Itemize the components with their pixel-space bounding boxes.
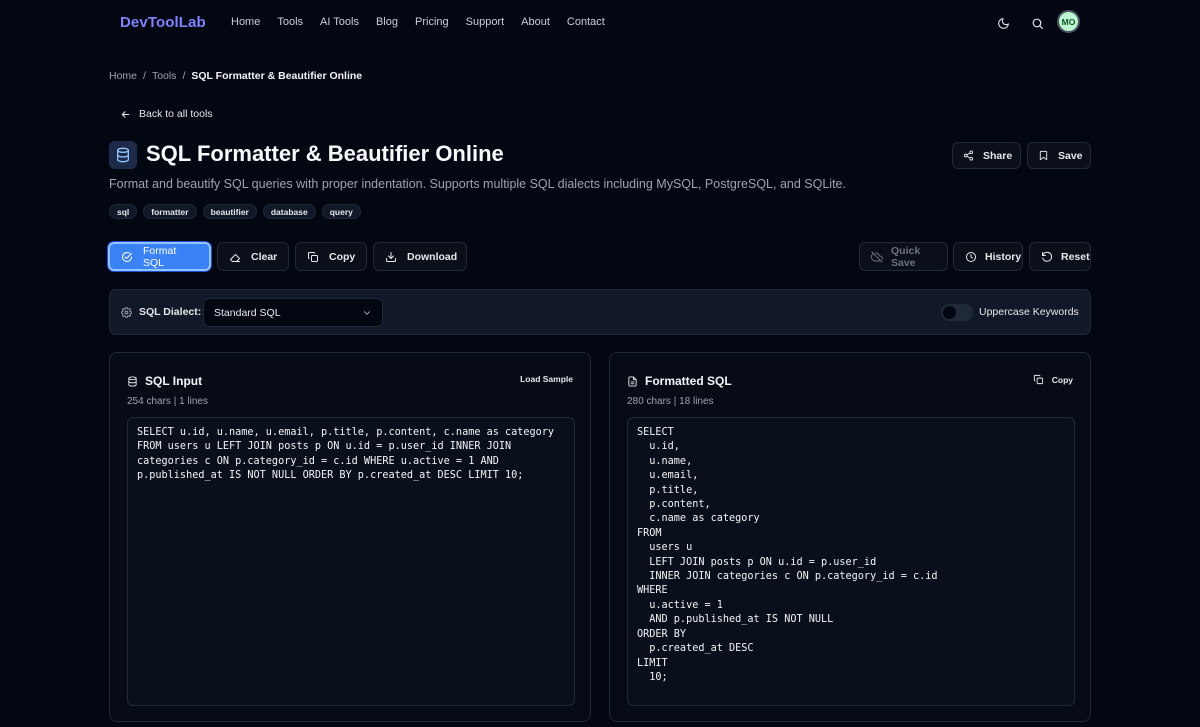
format-sql-label: Format SQL <box>143 244 177 269</box>
formatted-sql-stats: 280 chars | 18 lines <box>627 396 714 407</box>
formatted-sql-title-group: Formatted SQL <box>627 374 732 388</box>
uppercase-keywords-toggle[interactable] <box>941 304 973 321</box>
save-button[interactable]: Save <box>1027 142 1091 169</box>
database-icon <box>109 141 137 169</box>
load-sample-label: Load Sample <box>520 374 573 384</box>
page-title: SQL Formatter & Beautifier Online <box>146 141 504 166</box>
formatted-sql-panel: Formatted SQL 280 chars | 18 lines Copy … <box>609 352 1091 722</box>
copy-label: Copy <box>329 250 356 263</box>
download-button[interactable]: Download <box>373 242 467 271</box>
breadcrumb-current: SQL Formatter & Beautifier Online <box>191 70 363 82</box>
nav-link-pricing[interactable]: Pricing <box>415 16 449 28</box>
page-description: Format and beautify SQL queries with pro… <box>109 177 846 191</box>
dialect-label: SQL Dialect: <box>139 306 202 318</box>
user-avatar[interactable]: MO <box>1057 10 1080 33</box>
tag-formatter[interactable]: formatter <box>143 204 197 219</box>
copy-icon <box>307 251 319 263</box>
options-bar: SQL Dialect: Standard SQL Uppercase Keyw… <box>109 289 1091 335</box>
copy-output-label: Copy <box>1051 374 1073 385</box>
history-button[interactable]: History <box>953 242 1023 271</box>
sql-input-textarea[interactable]: SELECT u.id, u.name, u.email, p.title, p… <box>127 417 575 706</box>
search-icon[interactable] <box>1028 14 1046 32</box>
bookmark-icon <box>1038 150 1049 161</box>
tag-beautifier[interactable]: beautifier <box>202 204 257 219</box>
dialect-select[interactable]: Standard SQL <box>203 298 383 327</box>
gear-icon <box>121 306 132 318</box>
quick-save-button[interactable]: Quick Save <box>859 242 948 271</box>
nav-link-tools[interactable]: Tools <box>277 16 303 28</box>
sql-input-panel: SQL Input 254 chars | 1 lines Load Sampl… <box>109 352 591 722</box>
clear-label: Clear <box>251 250 278 263</box>
breadcrumb-tools[interactable]: Tools <box>152 70 177 82</box>
share-label: Share <box>983 149 1013 162</box>
back-link-label: Back to all tools <box>139 108 213 120</box>
sql-input-title-group: SQL Input <box>127 374 202 388</box>
nav-link-support[interactable]: Support <box>466 16 505 28</box>
load-sample-button[interactable]: Load Sample <box>520 374 573 384</box>
dialect-label-group: SQL Dialect: <box>121 306 201 318</box>
copy-icon <box>1033 374 1044 385</box>
formatted-sql-output[interactable]: SELECT u.id, u.name, u.email, p.title, p… <box>627 417 1075 706</box>
uppercase-keywords-label: Uppercase Keywords <box>979 306 1079 318</box>
nav-links: Home Tools AI Tools Blog Pricing Support… <box>231 16 605 28</box>
cloud-off-icon <box>871 251 883 263</box>
toggle-knob <box>943 306 956 319</box>
copy-button[interactable]: Copy <box>295 242 367 271</box>
top-navbar: DevToolLab Home Tools AI Tools Blog Pric… <box>0 0 1200 46</box>
tag-list: sql formatter beautifier database query <box>109 204 361 219</box>
quick-save-label: Quick Save <box>891 244 921 269</box>
clock-icon <box>965 251 977 263</box>
tag-query[interactable]: query <box>321 204 361 219</box>
logo[interactable]: DevToolLab <box>120 14 206 31</box>
history-label: History <box>985 250 1022 263</box>
eraser-icon <box>229 251 241 263</box>
format-sql-button[interactable]: Format SQL <box>108 242 211 271</box>
rotate-ccw-icon <box>1041 251 1053 263</box>
download-icon <box>385 251 397 263</box>
clear-button[interactable]: Clear <box>217 242 289 271</box>
tag-database[interactable]: database <box>262 204 316 219</box>
breadcrumb-separator: / <box>143 70 146 82</box>
theme-toggle-moon-icon[interactable] <box>994 14 1012 32</box>
nav-link-blog[interactable]: Blog <box>376 16 398 28</box>
chevron-down-icon <box>362 308 372 318</box>
nav-link-contact[interactable]: Contact <box>567 16 605 28</box>
copy-output-button[interactable]: Copy <box>1033 374 1073 385</box>
dialect-value: Standard SQL <box>214 306 281 319</box>
arrow-left-icon <box>120 109 131 120</box>
breadcrumb: Home / Tools / SQL Formatter & Beautifie… <box>109 70 362 82</box>
nav-link-home[interactable]: Home <box>231 16 260 28</box>
nav-link-ai-tools[interactable]: AI Tools <box>320 16 359 28</box>
share-button[interactable]: Share <box>952 142 1021 169</box>
file-text-icon <box>627 375 638 387</box>
database-icon <box>127 375 138 387</box>
tag-sql[interactable]: sql <box>109 204 138 219</box>
back-to-tools-link[interactable]: Back to all tools <box>120 108 213 120</box>
share-icon <box>963 150 974 161</box>
reset-button[interactable]: Reset <box>1029 242 1091 271</box>
breadcrumb-separator: / <box>182 70 186 82</box>
breadcrumb-home[interactable]: Home <box>109 70 137 82</box>
download-label: Download <box>407 250 458 263</box>
sql-input-title: SQL Input <box>145 374 203 388</box>
nav-link-about[interactable]: About <box>521 16 550 28</box>
sql-input-stats: 254 chars | 1 lines <box>127 396 208 407</box>
formatted-sql-title: Formatted SQL <box>645 374 732 388</box>
check-circle-icon <box>121 251 133 263</box>
save-label: Save <box>1058 149 1083 162</box>
reset-label: Reset <box>1061 250 1090 263</box>
